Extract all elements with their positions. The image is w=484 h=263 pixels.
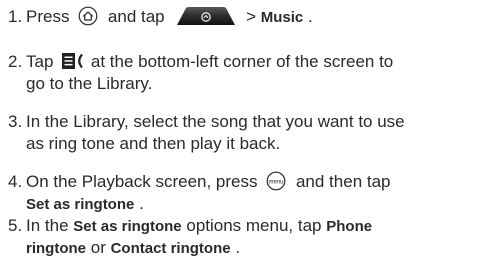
- step-line: Tap at the bottom-left corner of the scr…: [26, 52, 393, 72]
- step-text: .: [139, 194, 144, 213]
- step-text: In the Library, select the song that you…: [26, 112, 405, 131]
- contact-ringtone-label: Contact ringtone: [110, 240, 231, 257]
- step-text: Tap: [26, 52, 59, 71]
- step-line: In the Library, select the song that you…: [26, 112, 405, 132]
- instruction-document: 1. Press and tap > Music . 2. Tap at the…: [0, 0, 484, 263]
- step-text: Press: [26, 7, 75, 26]
- step-text: In the: [26, 216, 74, 235]
- set-as-ringtone-label: Set as ringtone: [26, 196, 135, 213]
- step-line: as ring tone and then play it back.: [26, 134, 280, 154]
- step-line: Press and tap > Music .: [26, 6, 313, 27]
- menu-key-icon: menu: [266, 171, 286, 191]
- phone-ringtone-label: ringtone: [26, 240, 86, 257]
- home-key-icon: [78, 6, 98, 26]
- step-text: as ring tone and then play it back.: [26, 134, 281, 153]
- all-apps-tab-icon: [177, 6, 236, 25]
- step-text: On the Playback screen, press: [26, 172, 263, 191]
- step-text: or: [90, 238, 111, 257]
- step-text: .: [308, 7, 313, 26]
- step-text: options menu, tap: [186, 216, 327, 235]
- menu-key-text: menu: [269, 179, 284, 185]
- music-app-label: Music: [260, 9, 304, 26]
- step-text: and then tap: [295, 172, 391, 191]
- set-as-ringtone-label: Set as ringtone: [73, 218, 182, 235]
- step-line: Set as ringtone .: [26, 194, 144, 214]
- library-icon: [62, 52, 84, 69]
- step-text: and tap: [107, 7, 170, 26]
- step-line: On the Playback screen, press menu and t…: [26, 171, 391, 192]
- step-line: In the Set as ringtone options menu, tap…: [26, 216, 372, 236]
- phone-ringtone-label: Phone: [326, 218, 373, 235]
- step-line: ringtone or Contact ringtone .: [26, 238, 240, 258]
- step-text: go to the Library.: [26, 74, 153, 93]
- step-line: go to the Library.: [26, 74, 152, 94]
- step-text: at the bottom-left corner of the screen …: [90, 52, 394, 71]
- step-number: 5.: [8, 216, 23, 235]
- step-text: .: [235, 238, 241, 257]
- step-number: 2.: [8, 52, 23, 71]
- step-number: 3.: [8, 112, 23, 131]
- step-number: 1.: [8, 7, 23, 26]
- step-text: >: [246, 7, 261, 26]
- step-number: 4.: [8, 172, 23, 191]
